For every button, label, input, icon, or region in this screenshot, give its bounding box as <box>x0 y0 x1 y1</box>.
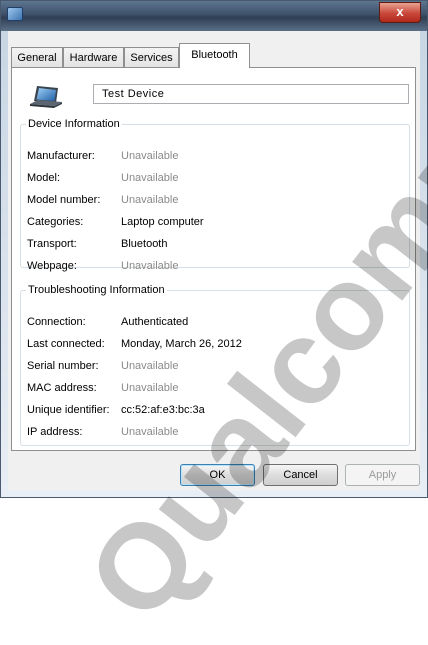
trouble-label: Last connected: <box>27 338 105 350</box>
info-row-manufacturer: Manufacturer: Unavailable <box>27 148 407 164</box>
tab-services[interactable]: Services <box>124 47 179 67</box>
info-label: Categories: <box>27 216 84 228</box>
info-row-categories: Categories: Laptop computer <box>27 214 407 230</box>
trouble-label: Unique identifier: <box>27 404 110 416</box>
device-information-group: Device Information Manufacturer: Unavail… <box>20 118 410 272</box>
title-bar[interactable]: x <box>1 1 427 31</box>
troubleshooting-information-group: Troubleshooting Information Connection: … <box>20 284 410 446</box>
info-row-model-number: Model number: Unavailable <box>27 192 407 208</box>
info-row-transport: Transport: Bluetooth <box>27 236 407 252</box>
trouble-label: IP address: <box>27 426 83 438</box>
info-value: Unavailable <box>121 172 179 184</box>
trouble-row-last-connected: Last connected: Monday, March 26, 2012 <box>27 336 407 352</box>
ok-button[interactable]: OK <box>180 464 255 486</box>
bluetooth-tab-panel: Test Device Device Information Manufactu… <box>11 67 416 451</box>
info-label: Manufacturer: <box>27 150 95 162</box>
trouble-label: Serial number: <box>27 360 99 372</box>
trouble-row-serial-number: Serial number: Unavailable <box>27 358 407 374</box>
tab-bluetooth[interactable]: Bluetooth <box>179 43 250 68</box>
info-value: Unavailable <box>121 150 179 162</box>
trouble-value: Unavailable <box>121 382 179 394</box>
trouble-label: MAC address: <box>27 382 97 394</box>
tab-hardware[interactable]: Hardware <box>63 47 124 67</box>
trouble-row-unique-identifier: Unique identifier: cc:52:af:e3:bc:3a <box>27 402 407 418</box>
info-value: Bluetooth <box>121 238 168 250</box>
trouble-label: Connection: <box>27 316 86 328</box>
device-information-legend: Device Information <box>28 118 120 130</box>
info-label: Model: <box>27 172 61 184</box>
info-value: Unavailable <box>121 260 179 272</box>
device-name-field[interactable]: Test Device <box>93 84 409 104</box>
cancel-button[interactable]: Cancel <box>263 464 338 486</box>
trouble-row-ip-address: IP address: Unavailable <box>27 424 407 440</box>
dialog-client-area: General Hardware Services Bluetooth Test… <box>8 31 420 491</box>
trouble-value: Monday, March 26, 2012 <box>121 338 242 350</box>
tab-general[interactable]: General <box>11 47 63 67</box>
trouble-value: Unavailable <box>121 360 179 372</box>
info-label: Webpage: <box>27 260 77 272</box>
window-icon[interactable] <box>7 7 23 21</box>
info-row-webpage: Webpage: Unavailable <box>27 258 407 274</box>
trouble-row-mac-address: MAC address: Unavailable <box>27 380 407 396</box>
properties-window: x General Hardware Services Bluetooth Te… <box>0 0 428 498</box>
trouble-value: Unavailable <box>121 426 179 438</box>
close-button[interactable]: x <box>379 2 421 23</box>
info-value: Laptop computer <box>121 216 204 228</box>
info-label: Model number: <box>27 194 101 206</box>
apply-button[interactable]: Apply <box>345 464 420 486</box>
troubleshooting-information-legend: Troubleshooting Information <box>28 284 165 296</box>
trouble-value: Authenticated <box>121 316 189 328</box>
info-label: Transport: <box>27 238 77 250</box>
info-row-model: Model: Unavailable <box>27 170 407 186</box>
trouble-value: cc:52:af:e3:bc:3a <box>121 404 205 416</box>
trouble-row-connection: Connection: Authenticated <box>27 314 407 330</box>
info-value: Unavailable <box>121 194 179 206</box>
laptop-icon <box>30 86 62 108</box>
